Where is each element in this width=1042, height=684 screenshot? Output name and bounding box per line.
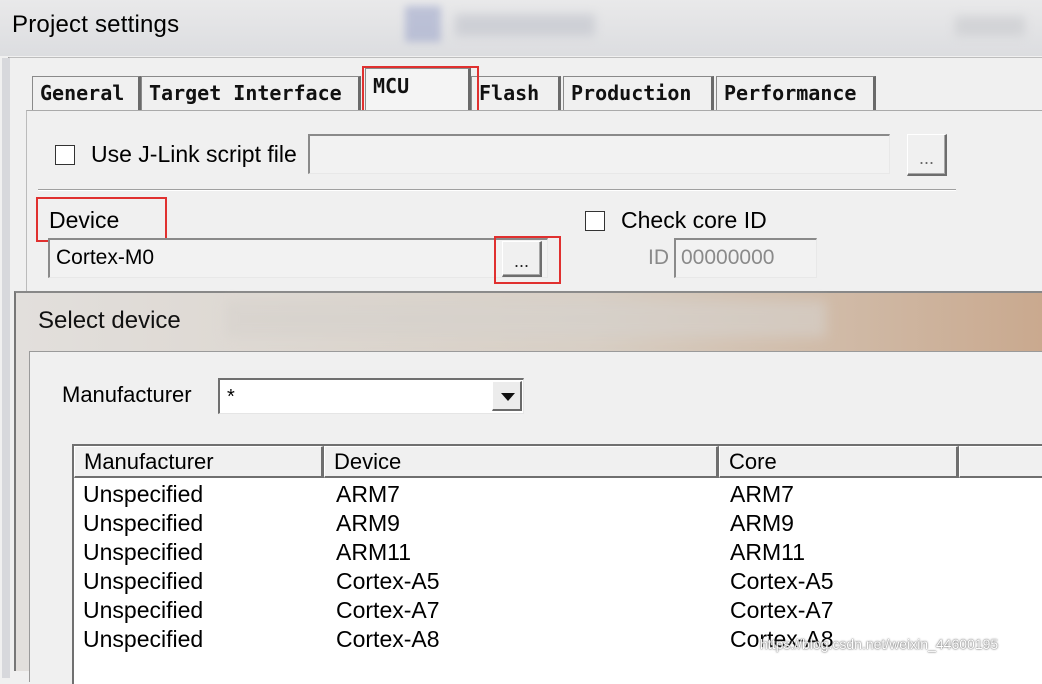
divider [38,189,956,191]
cell-core: Cortex-A5 [730,568,834,594]
core-id-value: 00000000 [681,246,775,269]
table-header: Manufacturer Device Core [74,446,1042,478]
cell-manufacturer: Unspecified [83,597,204,623]
column-header-empty [959,446,1042,478]
cell-core: ARM7 [730,481,794,507]
window-title-bar[interactable]: Project settings [0,0,1042,56]
cell-device: Cortex-A5 [336,568,440,594]
chevron-down-icon[interactable] [492,381,522,411]
check-core-id-checkbox[interactable] [585,211,605,231]
highlight-device-browse [494,236,561,284]
select-device-body: Manufacturer * Manufacturer Device Core … [29,351,1042,684]
select-device-title: Select device [38,307,181,334]
cell-device: ARM7 [336,481,400,507]
script-file-input[interactable] [308,134,890,174]
highlight-device-label [36,197,167,242]
window-left-edge [2,58,10,678]
cell-device: Cortex-A7 [336,597,440,623]
select-device-dialog: Select device Manufacturer * Manufacture… [14,291,1042,684]
background-app-icon [405,6,441,42]
manufacturer-dropdown[interactable]: * [218,378,524,414]
column-header-core[interactable]: Core [719,446,959,478]
title-bar-blur [226,301,826,337]
column-header-device[interactable]: Device [324,446,719,478]
window-title: Project settings [12,11,180,38]
manufacturer-filter-label: Manufacturer [62,382,192,407]
use-script-label: Use J-Link script file [91,141,297,167]
core-id-field[interactable]: 00000000 [674,238,817,278]
cell-manufacturer: Unspecified [83,539,204,565]
background-app-text-right [955,16,1025,36]
table-row[interactable]: Unspecified Cortex-A5 Cortex-A5 [74,567,1042,596]
use-script-checkbox[interactable] [55,145,75,165]
tab-performance[interactable]: Performance [716,76,876,110]
device-field[interactable]: Cortex-M0 [48,238,548,278]
cell-core: Cortex-A7 [730,597,834,623]
manufacturer-dropdown-value: * [227,386,235,408]
check-core-id-label: Check core ID [621,207,767,233]
table-row[interactable]: Unspecified Cortex-A7 Cortex-A7 [74,596,1042,625]
cell-manufacturer: Unspecified [83,481,204,507]
cell-manufacturer: Unspecified [83,568,204,594]
id-label: ID [648,246,669,269]
table-row[interactable]: Unspecified ARM9 ARM9 [74,509,1042,538]
cell-core: ARM11 [730,539,805,565]
table-row[interactable]: Unspecified ARM7 ARM7 [74,480,1042,509]
cell-manufacturer: Unspecified [83,510,204,536]
cell-core: ARM9 [730,510,794,536]
cell-device: ARM9 [336,510,400,536]
tab-flash[interactable]: Flash [471,76,561,110]
watermark-text: https://blog.csdn.net/weixin_44600195 [760,636,999,652]
cell-device: ARM11 [336,539,411,565]
cell-manufacturer: Unspecified [83,626,204,652]
tab-general[interactable]: General [32,76,141,110]
tab-target-interface[interactable]: Target Interface [141,76,361,110]
background-app-text [455,14,595,36]
tab-production[interactable]: Production [563,76,714,110]
column-header-manufacturer[interactable]: Manufacturer [74,446,324,478]
cell-device: Cortex-A8 [336,626,440,652]
table-row[interactable]: Unspecified ARM11 ARM11 [74,538,1042,567]
device-value: Cortex-M0 [56,246,155,269]
script-browse-button[interactable]: ... [907,134,947,176]
